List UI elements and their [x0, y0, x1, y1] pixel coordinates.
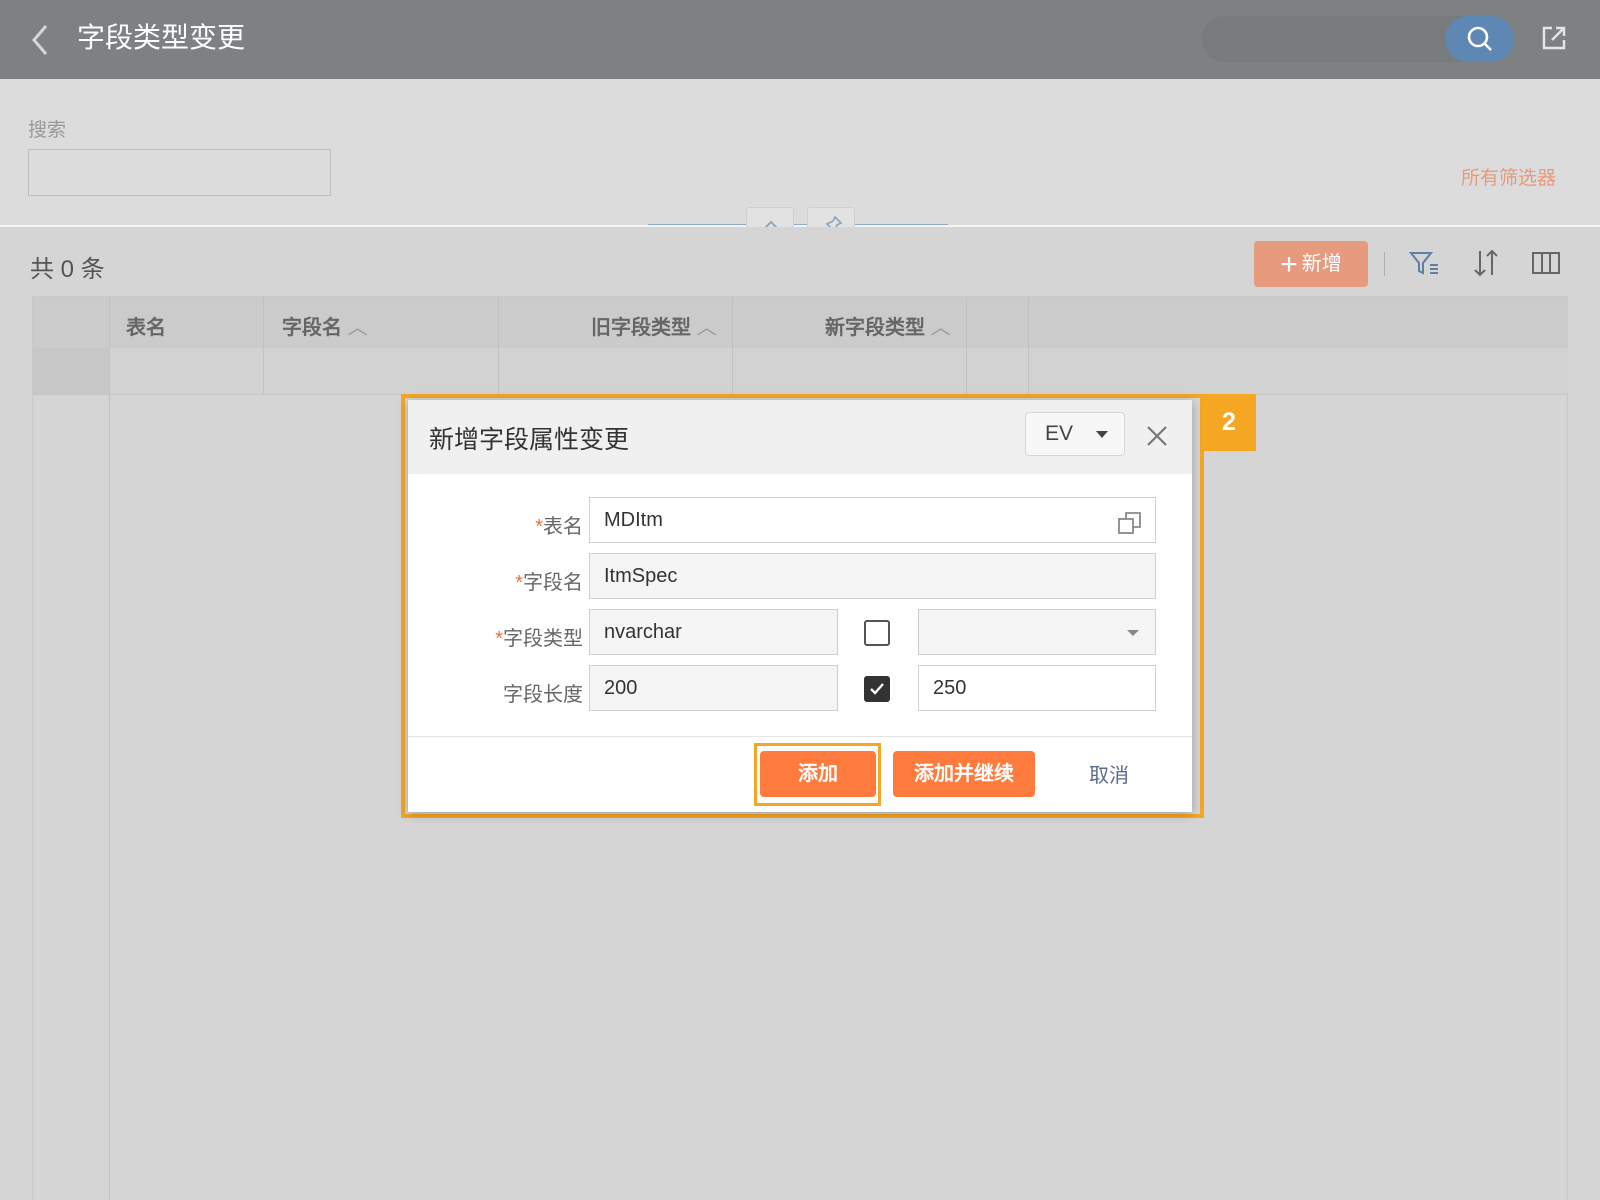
dialog-header: 新增字段属性变更 EV — [408, 400, 1192, 474]
record-count: 共 0 条 — [30, 256, 105, 283]
open-external-icon[interactable] — [1538, 22, 1570, 54]
step-badge: 2 — [1202, 394, 1256, 451]
field-name-label-text: 字段名 — [523, 572, 583, 594]
sort-up-icon: ︿ — [347, 317, 368, 339]
sort-up-icon: ︿ — [696, 317, 717, 339]
column-header-label: 字段名 — [282, 317, 342, 339]
add-button-label: 新增 — [1301, 253, 1342, 275]
required-mark: * — [495, 628, 503, 650]
close-icon[interactable] — [1143, 422, 1171, 450]
column-divider — [1028, 297, 1029, 348]
copy-icon[interactable] — [1117, 508, 1143, 534]
column-header-label: 旧字段类型 — [591, 317, 691, 339]
column-divider — [109, 395, 110, 1200]
filter-icon[interactable] — [1406, 245, 1442, 281]
divider-line — [648, 224, 948, 225]
field-type-label: *字段类型 — [413, 622, 583, 651]
plus-icon: + — [1280, 247, 1298, 281]
grid-header: 表名 字段名 ︿ 旧字段类型 ︿ 新字段类型 ︿ — [33, 297, 1568, 348]
field-name-field[interactable]: ItmSpec — [589, 553, 1156, 599]
field-length-label-text: 字段长度 — [503, 684, 583, 706]
column-divider — [732, 297, 733, 348]
add-and-continue-button[interactable]: 添加并继续 — [893, 751, 1035, 797]
field-length-label: 字段长度 — [413, 678, 583, 707]
required-mark: * — [535, 516, 543, 538]
table-name-label-text: 表名 — [543, 516, 583, 538]
language-select[interactable]: EV — [1025, 412, 1125, 456]
column-divider — [498, 348, 499, 394]
caret-down-icon — [1096, 431, 1108, 438]
field-type-field[interactable]: nvarchar — [589, 609, 838, 655]
table-row[interactable] — [33, 348, 1568, 395]
sort-icon[interactable] — [1468, 245, 1504, 281]
table-name-field[interactable]: MDItm — [589, 497, 1156, 543]
field-type-change-checkbox[interactable] — [864, 620, 890, 646]
field-name-label: *字段名 — [413, 566, 583, 595]
dialog-footer-divider — [408, 736, 1192, 737]
field-type-label-text: 字段类型 — [503, 628, 583, 650]
column-divider — [109, 348, 110, 394]
language-value: EV — [1045, 422, 1074, 445]
field-type-value: nvarchar — [604, 621, 682, 643]
page-title: 字段类型变更 — [77, 22, 246, 53]
column-header-table-name[interactable]: 表名 — [126, 311, 166, 340]
new-field-length-field[interactable]: 250 — [918, 665, 1156, 711]
column-divider — [1028, 348, 1029, 394]
search-icon — [1467, 26, 1492, 51]
column-divider — [263, 297, 264, 348]
column-header-label: 新字段类型 — [825, 317, 925, 339]
column-divider — [263, 348, 264, 394]
column-divider — [498, 297, 499, 348]
sort-up-icon: ︿ — [930, 317, 951, 339]
add-button-highlight — [754, 743, 881, 806]
app-header: 字段类型变更 — [0, 0, 1600, 79]
column-divider — [966, 297, 967, 348]
new-field-type-select[interactable] — [918, 609, 1156, 655]
row-selector[interactable] — [33, 348, 109, 395]
field-name-value: ItmSpec — [604, 565, 678, 587]
columns-icon[interactable] — [1528, 245, 1564, 281]
column-header-new-type[interactable]: 新字段类型 ︿ — [825, 311, 951, 340]
dialog-title: 新增字段属性变更 — [429, 426, 630, 454]
column-header-field-name[interactable]: 字段名 ︿ — [282, 311, 368, 340]
column-header-old-type[interactable]: 旧字段类型 ︿ — [591, 311, 717, 340]
new-field-length-value: 250 — [933, 677, 967, 699]
search-input[interactable] — [28, 149, 331, 196]
filter-panel: 搜索 所有筛选器 — [0, 79, 1600, 225]
add-button[interactable]: + 新增 — [1254, 241, 1368, 287]
search-label: 搜索 — [28, 120, 67, 141]
required-mark: * — [515, 572, 523, 594]
back-chevron-icon[interactable] — [26, 22, 56, 58]
check-icon — [870, 683, 884, 695]
toolbar-divider — [1384, 252, 1385, 276]
cancel-button[interactable]: 取消 — [1074, 759, 1144, 789]
caret-down-icon — [1127, 630, 1139, 636]
column-divider — [732, 348, 733, 394]
table-name-label: *表名 — [413, 510, 583, 539]
column-divider — [109, 297, 110, 348]
field-length-change-checkbox[interactable] — [864, 676, 890, 702]
all-filters-link[interactable]: 所有筛选器 — [1461, 163, 1556, 190]
column-divider — [966, 348, 967, 394]
field-length-value: 200 — [604, 677, 638, 699]
field-length-field[interactable]: 200 — [589, 665, 838, 711]
table-name-value: MDItm — [604, 509, 663, 531]
search-button[interactable] — [1445, 16, 1514, 62]
